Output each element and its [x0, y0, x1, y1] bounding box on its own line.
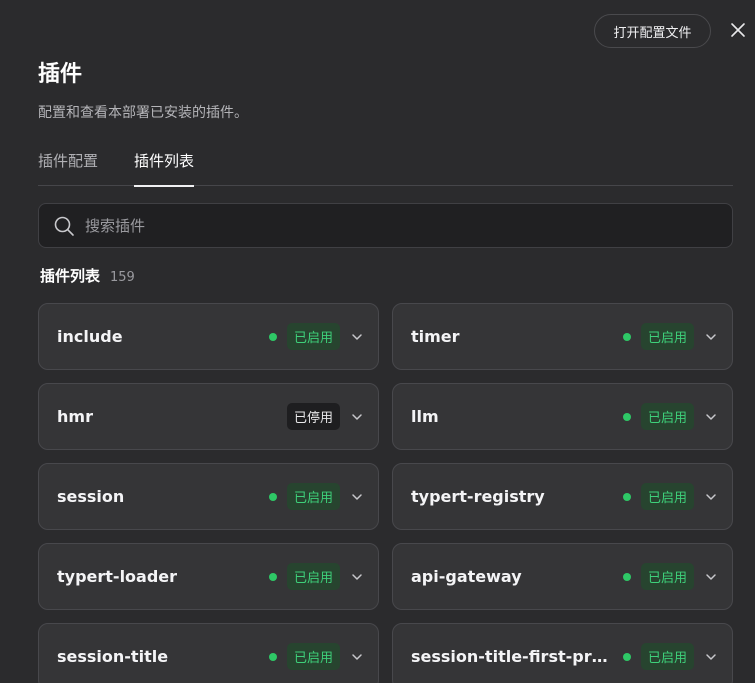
plugin-name: include [57, 327, 123, 346]
status-badge: 已启用 [640, 643, 694, 670]
page-description: 配置和查看本部署已安装的插件。 [38, 105, 248, 121]
status-dot-icon [268, 652, 277, 661]
plugin-name: typert-loader [57, 567, 178, 586]
plugin-name: typert-registry [411, 487, 545, 506]
chevron-down-icon[interactable] [704, 650, 718, 664]
plugin-card[interactable]: session-title-first-pro... 已启用 [392, 623, 733, 683]
status-badge: 已停用 [286, 403, 340, 430]
search-icon [54, 216, 74, 236]
chevron-down-icon[interactable] [350, 570, 364, 584]
plugin-name: session [57, 487, 125, 506]
plugin-count: 159 [110, 270, 135, 285]
chevron-down-icon[interactable] [350, 330, 364, 344]
plugin-name: llm [411, 407, 439, 426]
status-badge: 已启用 [640, 483, 694, 510]
status-dot-icon [622, 412, 631, 421]
search-input[interactable] [85, 204, 732, 247]
plugin-name: session-title-first-pro... [411, 647, 613, 666]
chevron-down-icon[interactable] [350, 490, 364, 504]
plugin-card[interactable]: llm 已启用 [392, 383, 733, 450]
status-dot-icon [268, 332, 277, 341]
status-badge: 已启用 [286, 483, 340, 510]
tab-plugin-config[interactable]: 插件配置 [38, 150, 98, 186]
page-title: 插件 [38, 62, 83, 87]
plugins-panel: 打开配置文件 插件 配置和查看本部署已安装的插件。 插件配置 插件列表 插件列表… [0, 0, 755, 683]
chevron-down-icon[interactable] [704, 570, 718, 584]
status-badge: 已启用 [286, 643, 340, 670]
plugin-card[interactable]: api-gateway 已启用 [392, 543, 733, 610]
search-box [38, 203, 733, 248]
plugin-card[interactable]: hmr 已停用 [38, 383, 379, 450]
close-icon [731, 23, 745, 37]
chevron-down-icon[interactable] [704, 330, 718, 344]
plugin-name: api-gateway [411, 567, 522, 586]
plugin-name: session-title [57, 647, 169, 666]
tab-bar: 插件配置 插件列表 [38, 150, 733, 187]
chevron-down-icon[interactable] [704, 490, 718, 504]
plugin-card[interactable]: include 已启用 [38, 303, 379, 370]
plugin-name: timer [411, 327, 460, 346]
plugin-name: hmr [57, 407, 93, 426]
tab-plugin-list[interactable]: 插件列表 [134, 150, 195, 187]
close-button[interactable] [726, 18, 750, 42]
chevron-down-icon[interactable] [704, 410, 718, 424]
plugin-card[interactable]: timer 已启用 [392, 303, 733, 370]
chevron-down-icon[interactable] [350, 650, 364, 664]
chevron-down-icon[interactable] [350, 410, 364, 424]
status-badge: 已启用 [640, 563, 694, 590]
plugin-list-title: 插件列表 [40, 267, 101, 285]
status-dot-icon [268, 572, 277, 581]
status-dot-icon [622, 572, 631, 581]
plugin-card[interactable]: session-title 已启用 [38, 623, 379, 683]
open-config-file-button[interactable]: 打开配置文件 [594, 14, 711, 48]
plugin-card[interactable]: session 已启用 [38, 463, 379, 530]
status-dot-icon [622, 492, 631, 501]
plugin-card[interactable]: typert-loader 已启用 [38, 543, 379, 610]
status-dot-icon [622, 332, 631, 341]
status-dot-icon [622, 652, 631, 661]
status-dot-icon [268, 492, 277, 501]
status-badge: 已启用 [286, 323, 340, 350]
status-badge: 已启用 [640, 403, 694, 430]
plugin-list-header: 插件列表 159 [40, 265, 135, 286]
status-badge: 已启用 [640, 323, 694, 350]
status-badge: 已启用 [286, 563, 340, 590]
plugin-card[interactable]: typert-registry 已启用 [392, 463, 733, 530]
